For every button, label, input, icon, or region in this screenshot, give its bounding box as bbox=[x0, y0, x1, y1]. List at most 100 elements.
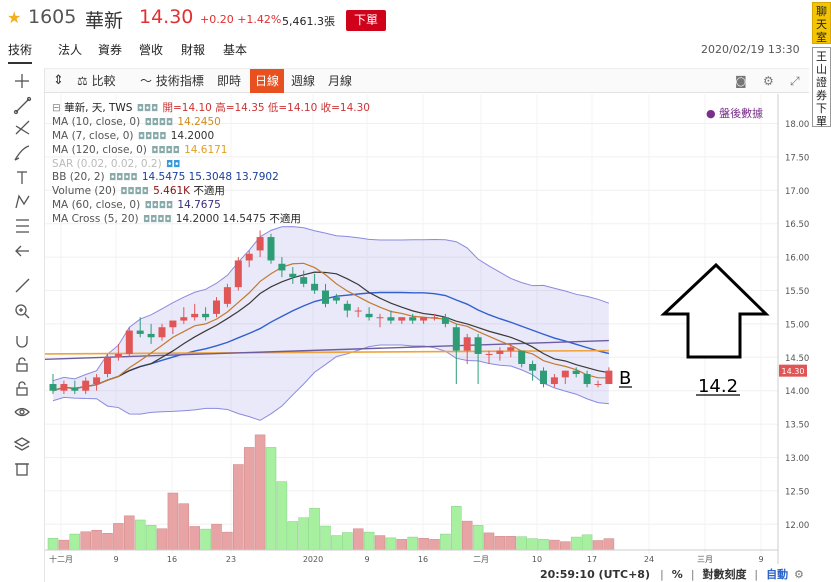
ma10-controls-icon[interactable]: ◘◘◘◘ bbox=[145, 117, 173, 131]
volume-bar bbox=[80, 531, 91, 551]
log-scale-toggle[interactable]: 對數刻度 bbox=[702, 568, 746, 581]
volume-bar bbox=[265, 447, 277, 551]
zoom-in-icon[interactable] bbox=[15, 304, 30, 319]
tab-basic[interactable]: 基本 bbox=[223, 40, 247, 64]
legend-controls-icon[interactable]: ◘◘◘ bbox=[137, 103, 158, 117]
camera-icon[interactable]: ◙ bbox=[735, 69, 747, 93]
volume-bar bbox=[363, 531, 375, 551]
volume-bar bbox=[472, 525, 484, 551]
candle bbox=[507, 347, 515, 351]
tab-margin[interactable]: 資券 bbox=[98, 40, 122, 64]
trash-icon[interactable] bbox=[15, 463, 29, 476]
layers-icon[interactable] bbox=[13, 437, 31, 451]
compare-button[interactable]: ⚖ 比較 bbox=[77, 69, 116, 93]
up-arrow-icon bbox=[660, 262, 770, 359]
annotation-arrow-value: 14.2 bbox=[698, 376, 738, 397]
auto-scale-toggle[interactable]: 自動 bbox=[766, 568, 788, 581]
brush-icon[interactable] bbox=[14, 145, 30, 161]
crosshair-icon[interactable] bbox=[15, 74, 29, 88]
volume-bar bbox=[527, 538, 538, 551]
tab-institutional[interactable]: 法人 bbox=[58, 40, 82, 64]
volume-bar bbox=[461, 520, 473, 551]
text-icon[interactable] bbox=[17, 171, 27, 184]
volume-bar bbox=[222, 531, 233, 551]
candle bbox=[223, 287, 231, 304]
chatroom-button[interactable]: 聊天室 bbox=[812, 2, 831, 44]
volume-bar bbox=[592, 540, 604, 551]
measure-icon[interactable] bbox=[16, 219, 29, 233]
candle bbox=[409, 317, 417, 321]
order-button[interactable]: 下單 bbox=[346, 10, 386, 31]
ma7-controls-icon[interactable]: ◘◘◘◘ bbox=[138, 131, 166, 145]
pattern-icon[interactable] bbox=[15, 194, 30, 209]
candle bbox=[496, 350, 504, 354]
ma-cross-na: 不適用 bbox=[269, 213, 301, 226]
back-arrow-icon[interactable] bbox=[15, 245, 29, 257]
indicator-wave-icon: 〜 bbox=[140, 74, 156, 88]
ma-cross-controls-icon[interactable]: ◘◘◘◘ bbox=[143, 214, 171, 228]
settings-gear-icon[interactable]: ⚙ bbox=[794, 568, 804, 581]
indicators-label: 技術指標 bbox=[155, 74, 204, 88]
volume-bar bbox=[418, 537, 429, 551]
volume-bar bbox=[396, 539, 408, 551]
volume-bar bbox=[113, 523, 124, 551]
ma7-label: MA (7, close, 0) bbox=[52, 129, 134, 142]
tab-revenue[interactable]: 營收 bbox=[139, 40, 163, 64]
broker-order-button[interactable]: 王山證券下單 bbox=[812, 47, 831, 128]
ma60-controls-icon[interactable]: ◘◘◘◘ bbox=[145, 200, 173, 214]
interval-weekly[interactable]: 週線 bbox=[291, 69, 315, 93]
interval-daily[interactable]: 日線 bbox=[250, 69, 285, 93]
stock-code: 1605 bbox=[28, 6, 77, 28]
time-tick-label: 三月 bbox=[697, 555, 713, 564]
sar-controls-icon[interactable]: ◘◘ bbox=[166, 159, 180, 173]
tab-technical[interactable]: 技術 bbox=[8, 40, 33, 64]
gear-icon[interactable]: ⚙ bbox=[763, 69, 774, 93]
indicators-button[interactable]: 〜 技術指標 bbox=[140, 69, 204, 93]
status-bar: 20:59:10 (UTC+8) | % | 對數刻度 | 自動 ⚙ bbox=[540, 566, 804, 582]
ma60-value: 14.7675 bbox=[177, 199, 221, 212]
interval-monthly[interactable]: 月線 bbox=[328, 69, 352, 93]
volume-bar bbox=[494, 536, 506, 551]
volume-bar bbox=[178, 503, 190, 551]
interval-realtime[interactable]: 即時 bbox=[217, 69, 241, 93]
ruler-icon[interactable] bbox=[15, 278, 30, 293]
volume-bar bbox=[298, 517, 309, 551]
lock-drawings-icon[interactable] bbox=[16, 357, 28, 372]
time-tick-label: 23 bbox=[226, 555, 236, 564]
fullscreen-icon[interactable]: ⤢ bbox=[790, 69, 800, 93]
chart-toolbar: ⇕ ⚖ 比較 〜 技術指標 即時 日線 週線 月線 ◙ ⚙ ⤢ bbox=[45, 68, 809, 93]
volume-bar bbox=[549, 539, 560, 551]
volume-bar bbox=[505, 536, 517, 551]
candle bbox=[136, 330, 144, 334]
stock-name: 華新 bbox=[85, 10, 124, 32]
unlock-icon[interactable] bbox=[16, 381, 28, 396]
visibility-eye-icon[interactable] bbox=[14, 407, 30, 417]
price-tick-label: 12.50 bbox=[785, 487, 809, 497]
price-tick-label: 13.00 bbox=[785, 454, 809, 464]
favorite-star-icon[interactable]: ★ bbox=[7, 8, 21, 27]
magnet-icon[interactable] bbox=[16, 336, 28, 348]
price-tick-label: 15.00 bbox=[785, 320, 809, 330]
candle bbox=[311, 283, 319, 291]
clock-time: 20:59:10 (UTC+8) bbox=[540, 568, 650, 581]
collapse-icon[interactable]: ⊟ bbox=[52, 102, 64, 114]
volume-bar bbox=[156, 528, 168, 551]
symbol-switch-icon[interactable]: ⇕ bbox=[53, 69, 64, 93]
volume-bar bbox=[570, 536, 582, 551]
trendline-icon[interactable] bbox=[13, 96, 32, 115]
candle bbox=[114, 353, 122, 358]
candle bbox=[540, 370, 547, 385]
percent-toggle[interactable]: % bbox=[672, 568, 683, 581]
volume-controls-icon[interactable]: ◘◘◘◘ bbox=[120, 186, 148, 200]
section-tabs: 技術 法人 資券 營收 財報 基本 bbox=[8, 40, 808, 64]
sar-label: SAR (0.02, 0.02, 0.2) bbox=[52, 157, 162, 170]
volume-bar bbox=[342, 532, 353, 551]
time-tick-label: 2020 bbox=[303, 555, 323, 564]
ma120-controls-icon[interactable]: ◘◘◘◘ bbox=[151, 145, 179, 159]
candle bbox=[234, 260, 242, 288]
fib-icon[interactable] bbox=[15, 120, 30, 135]
volume-bar bbox=[167, 492, 179, 551]
tab-financials[interactable]: 財報 bbox=[181, 40, 205, 64]
volume-bar bbox=[243, 447, 255, 551]
candle bbox=[147, 333, 155, 338]
